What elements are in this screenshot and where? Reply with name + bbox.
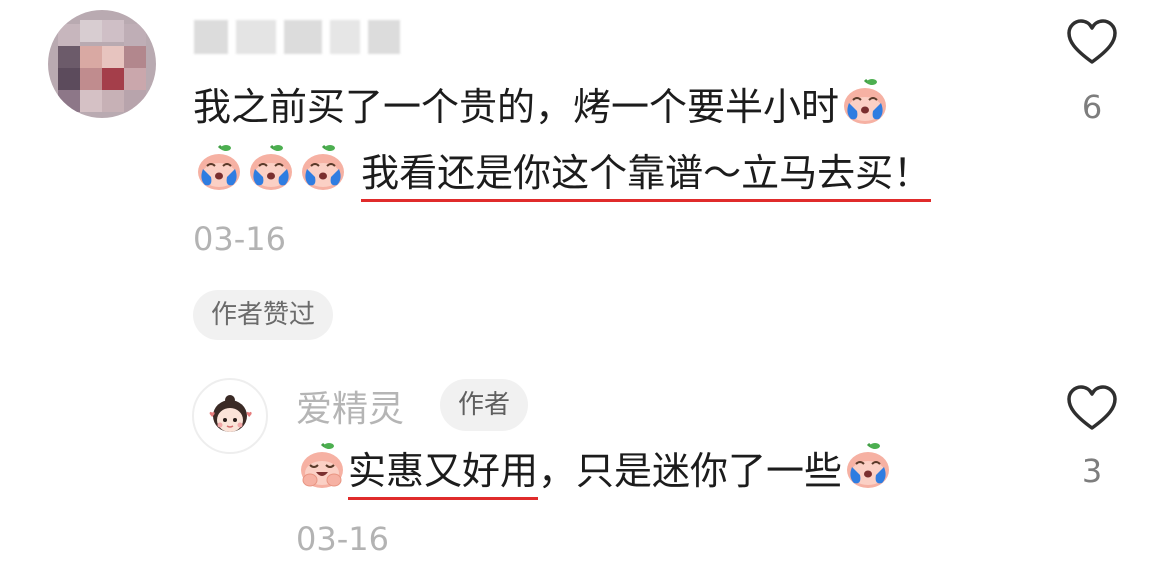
like-button[interactable]: 6 (1062, 18, 1122, 126)
like-count: 3 (1081, 452, 1103, 490)
comment-date: 03-16 (193, 220, 286, 258)
heart-icon[interactable] (1066, 384, 1118, 432)
heart-icon[interactable] (1066, 18, 1118, 66)
reply-username[interactable]: 爱精灵 (296, 380, 404, 432)
laughing-bun-emoji (296, 440, 348, 492)
author-liked-badge: 作者赞过 (193, 290, 334, 340)
reply-like-button[interactable]: 3 (1062, 384, 1122, 490)
highlighted-text: 我看还是你这个靠谱～立马去买！ (361, 151, 932, 202)
crying-bun-emoji (842, 440, 894, 492)
crying-bun-emoji (839, 76, 891, 128)
svg-text:♥: ♥ (246, 411, 252, 419)
reply-avatar[interactable]: ♥ ♥ (192, 378, 268, 454)
username-obscured[interactable] (194, 16, 406, 58)
highlighted-text: 实惠又好用 (348, 449, 539, 500)
crying-bun-emoji (245, 142, 297, 194)
avatar-girl-icon: ♥ ♥ (209, 395, 252, 432)
comment-text-line-2: 我看还是你这个靠谱～立马去买！ (193, 142, 932, 203)
author-tag: 作者 (440, 379, 529, 431)
svg-text:♥: ♥ (209, 411, 215, 419)
avatar[interactable] (48, 10, 156, 118)
reply-text: 实惠又好用，只是迷你了一些 (296, 440, 894, 501)
like-count: 6 (1081, 88, 1103, 126)
reply-date: 03-16 (296, 520, 389, 558)
comment-text-line-1: 我之前买了一个贵的，烤一个要半小时 (193, 76, 891, 137)
crying-bun-emoji (297, 142, 349, 194)
crying-bun-emoji (193, 142, 245, 194)
